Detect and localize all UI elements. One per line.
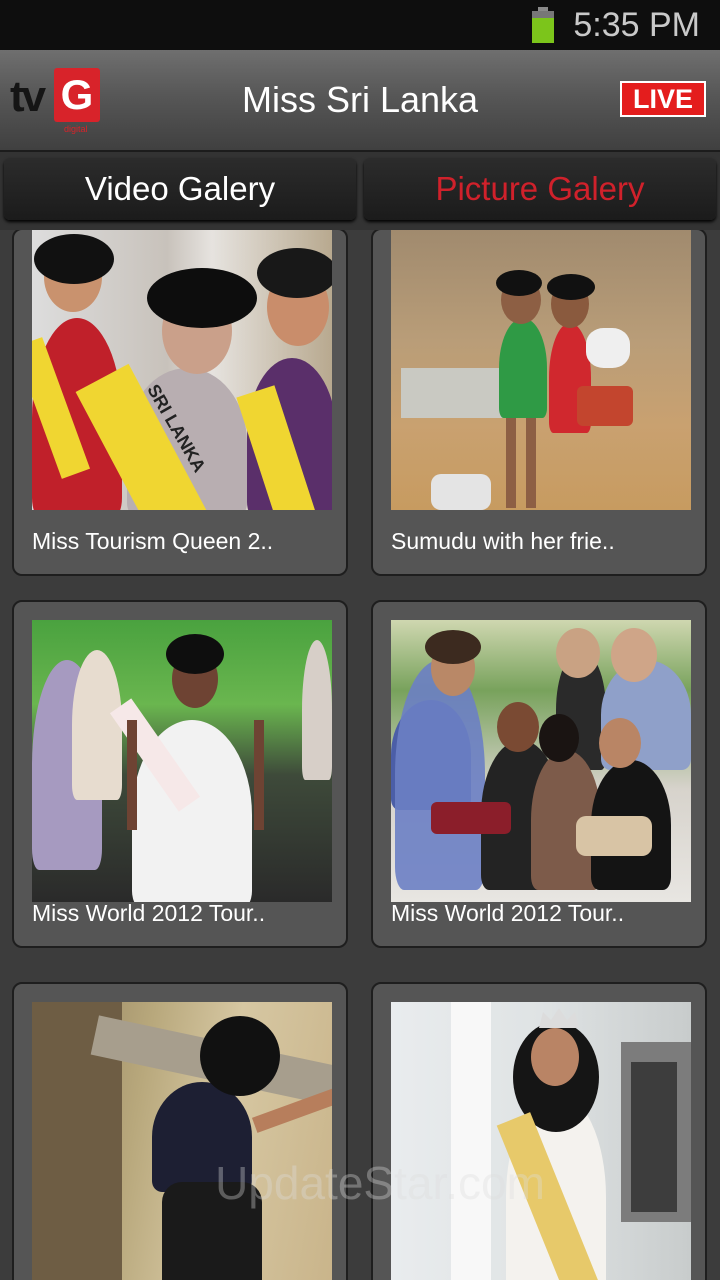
gallery-photo (32, 1002, 332, 1280)
live-button[interactable]: LIVE (620, 81, 706, 117)
gallery-caption: Sumudu with her frie.. (391, 528, 615, 554)
gallery-caption: Miss World 2012 Tour.. (391, 900, 625, 926)
gallery-photo (391, 620, 691, 902)
gallery-card[interactable]: Miss World 2012 Tour.. (371, 600, 707, 948)
gallery-photo (32, 620, 332, 902)
picture-grid: SRI LANKA Miss Tourism Queen 2.. Sumudu … (0, 230, 720, 1280)
gallery-caption: Miss World 2012 Tour.. (32, 900, 266, 926)
battery-icon (532, 7, 554, 43)
gallery-caption: Miss Tourism Queen 2.. (32, 528, 274, 554)
gallery-photo (391, 1002, 691, 1280)
gallery-card[interactable] (371, 982, 707, 1280)
status-clock: 5:35 PM (573, 6, 700, 44)
tab-picture-galery[interactable]: Picture Galery (364, 158, 716, 220)
gallery-photo (391, 230, 691, 510)
status-bar: 5:35 PM (0, 0, 720, 50)
tab-video-galery[interactable]: Video Galery (4, 158, 356, 220)
gallery-card[interactable]: SRI LANKA Miss Tourism Queen 2.. (12, 230, 348, 576)
gallery-card[interactable] (12, 982, 348, 1280)
gallery-card[interactable]: Sumudu with her frie.. (371, 230, 707, 576)
app-header: tv G digital Miss Sri Lanka LIVE (0, 50, 720, 152)
page-title: Miss Sri Lanka (241, 79, 479, 120)
gallery-photo: SRI LANKA (32, 230, 332, 510)
gallery-card[interactable]: Miss World 2012 Tour.. (12, 600, 348, 948)
gallery-tabs: Video Galery Picture Galery (0, 152, 720, 230)
